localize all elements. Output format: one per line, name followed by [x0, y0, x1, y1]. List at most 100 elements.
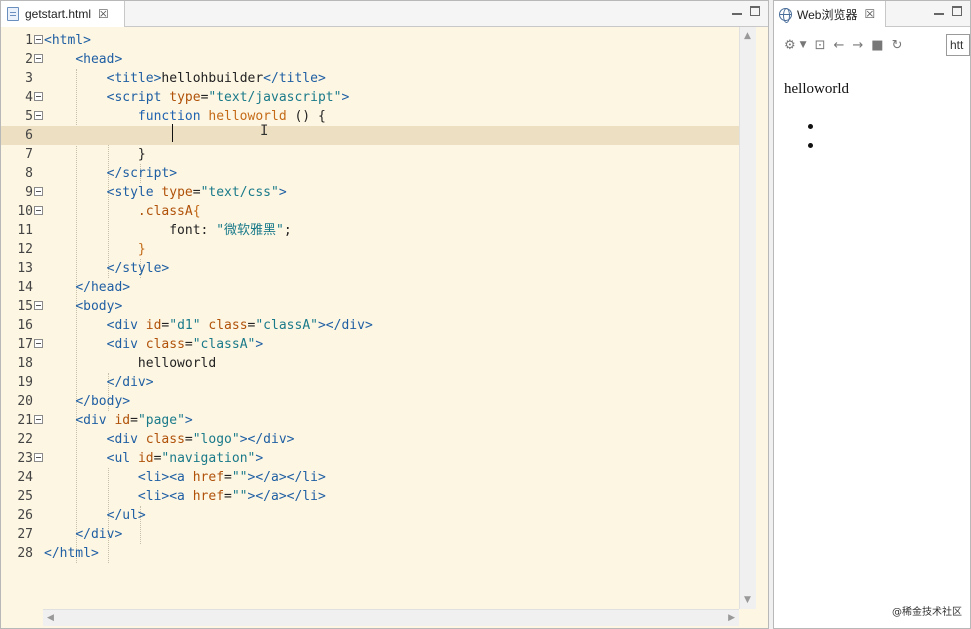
code-line[interactable]: 5 function helloworld () {: [1, 107, 739, 126]
code-text: }: [137, 242, 146, 257]
code-text: <div class="logo"></div>: [106, 432, 295, 447]
close-tab-icon[interactable]: ☒: [864, 7, 875, 21]
url-input[interactable]: htt: [946, 34, 970, 56]
list-bullet: [808, 124, 813, 129]
line-number: 15: [17, 299, 33, 314]
tab-web-browser[interactable]: Web浏览器 ☒: [774, 1, 886, 27]
code-line[interactable]: 10 .classA{: [1, 202, 739, 221]
code-text: <title>hellohbuilder</title>: [106, 71, 326, 86]
close-tab-icon[interactable]: ☒: [98, 7, 109, 21]
gear-icon[interactable]: ⚙: [784, 38, 796, 53]
page-text: helloworld: [784, 81, 849, 97]
code-line[interactable]: 1 <html>: [1, 31, 739, 50]
code-text: <li><a href=""></a></li>: [137, 470, 326, 485]
forward-arrow-icon[interactable]: →: [852, 38, 863, 53]
line-number: 11: [17, 223, 33, 238]
line-number: 7: [25, 147, 33, 162]
code-line[interactable]: 9 <style type="text/css">: [1, 183, 739, 202]
minimize-icon[interactable]: [732, 6, 742, 16]
tab-getstart-html[interactable]: getstart.html ☒: [1, 1, 125, 27]
code-line[interactable]: 20 </body>: [1, 392, 739, 411]
code-line[interactable]: 12 }: [1, 240, 739, 259]
line-number: 8: [25, 166, 33, 181]
fold-toggle-icon[interactable]: [34, 111, 43, 120]
refresh-icon[interactable]: ↻: [892, 38, 903, 53]
code-line[interactable]: 21 <div id="page">: [1, 411, 739, 430]
scroll-up-icon[interactable]: ▲: [744, 31, 751, 41]
code-text: </html>: [44, 546, 99, 561]
browser-window-buttons: [934, 6, 962, 16]
code-text: .classA{: [137, 204, 201, 219]
code-text: </body>: [75, 394, 131, 409]
code-line[interactable]: 7 }: [1, 145, 739, 164]
vertical-scrollbar[interactable]: ▲ ▼: [739, 27, 756, 609]
stop-icon[interactable]: ■: [871, 38, 883, 53]
code-text: <div class="classA">: [106, 337, 264, 352]
fold-toggle-icon[interactable]: [34, 54, 43, 63]
line-number: 24: [17, 470, 33, 485]
code-text: </ul>: [106, 508, 146, 523]
watermark: @稀金技术社区: [892, 607, 962, 618]
maximize-icon[interactable]: [952, 6, 962, 16]
fold-toggle-icon[interactable]: [34, 206, 43, 215]
globe-icon: [779, 7, 792, 23]
code-text: </head>: [75, 280, 131, 295]
code-line[interactable]: 8 </script>: [1, 164, 739, 183]
code-line[interactable]: 16 <div id="d1" class="classA"></div>: [1, 316, 739, 335]
code-line[interactable]: 14 </head>: [1, 278, 739, 297]
code-line[interactable]: 13 </style>: [1, 259, 739, 278]
line-number: 6: [25, 128, 33, 143]
line-number: 5: [25, 109, 33, 124]
fold-toggle-icon[interactable]: [34, 339, 43, 348]
code-line[interactable]: 24 <li><a href=""></a></li>: [1, 468, 739, 487]
code-line[interactable]: 6: [1, 126, 739, 145]
fold-toggle-icon[interactable]: [34, 187, 43, 196]
code-line[interactable]: 4 <script type="text/javascript">: [1, 88, 739, 107]
code-line[interactable]: 28 </html>: [1, 544, 739, 563]
fold-toggle-icon[interactable]: [34, 453, 43, 462]
text-caret: [172, 124, 173, 142]
editor-pane: getstart.html ☒ 1 <html> 2 <head> 3 <title>…: [0, 0, 769, 629]
html-file-icon: [7, 7, 19, 21]
web-browser-pane: Web浏览器 ☒ ⚙ ▼ ⊡ ← → ■ ↻ htt helloworld @稀…: [773, 0, 971, 629]
code-line[interactable]: 27 </div>: [1, 525, 739, 544]
back-arrow-icon[interactable]: ←: [833, 38, 844, 53]
minimize-icon[interactable]: [934, 6, 944, 16]
fold-toggle-icon[interactable]: [34, 301, 43, 310]
line-number: 25: [17, 489, 33, 504]
console-icon[interactable]: ⊡: [815, 38, 826, 53]
fold-toggle-icon[interactable]: [34, 415, 43, 424]
code-line[interactable]: 19 </div>: [1, 373, 739, 392]
line-number: 19: [17, 375, 33, 390]
code-line[interactable]: 25 <li><a href=""></a></li>: [1, 487, 739, 506]
code-line[interactable]: 11 font: "微软雅黑";: [1, 221, 739, 240]
code-text: }: [137, 147, 146, 162]
code-text: <div id="d1" class="classA"></div>: [106, 318, 373, 333]
line-number: 21: [17, 413, 33, 428]
tab-label: getstart.html: [25, 7, 92, 21]
code-line[interactable]: 17 <div class="classA">: [1, 335, 739, 354]
line-number: 14: [17, 280, 33, 295]
code-text: <head>: [75, 52, 123, 67]
code-line[interactable]: 26 </ul>: [1, 506, 739, 525]
code-line[interactable]: 15 <body>: [1, 297, 739, 316]
maximize-icon[interactable]: [750, 6, 760, 16]
code-line[interactable]: 3 <title>hellohbuilder</title>: [1, 69, 739, 88]
list-bullet: [808, 143, 813, 148]
code-line[interactable]: 2 <head>: [1, 50, 739, 69]
code-line[interactable]: 22 <div class="logo"></div>: [1, 430, 739, 449]
fold-toggle-icon[interactable]: [34, 92, 43, 101]
code-editor[interactable]: 1 <html> 2 <head> 3 <title>hellohbuilder</t…: [1, 31, 739, 607]
line-number: 2: [25, 52, 33, 67]
editor-tabbar: getstart.html ☒: [1, 1, 768, 27]
code-line[interactable]: 23 <ul id="navigation">: [1, 449, 739, 468]
chevron-down-icon[interactable]: ▼: [800, 40, 807, 50]
scroll-down-icon[interactable]: ▼: [744, 595, 751, 605]
scroll-right-icon[interactable]: ▶: [728, 613, 735, 623]
horizontal-scrollbar[interactable]: ◀ ▶: [43, 609, 739, 626]
fold-toggle-icon[interactable]: [34, 35, 43, 44]
tab-label: Web浏览器: [797, 7, 858, 22]
line-number: 18: [17, 356, 33, 371]
code-line[interactable]: 18 helloworld: [1, 354, 739, 373]
scroll-left-icon[interactable]: ◀: [47, 613, 54, 623]
